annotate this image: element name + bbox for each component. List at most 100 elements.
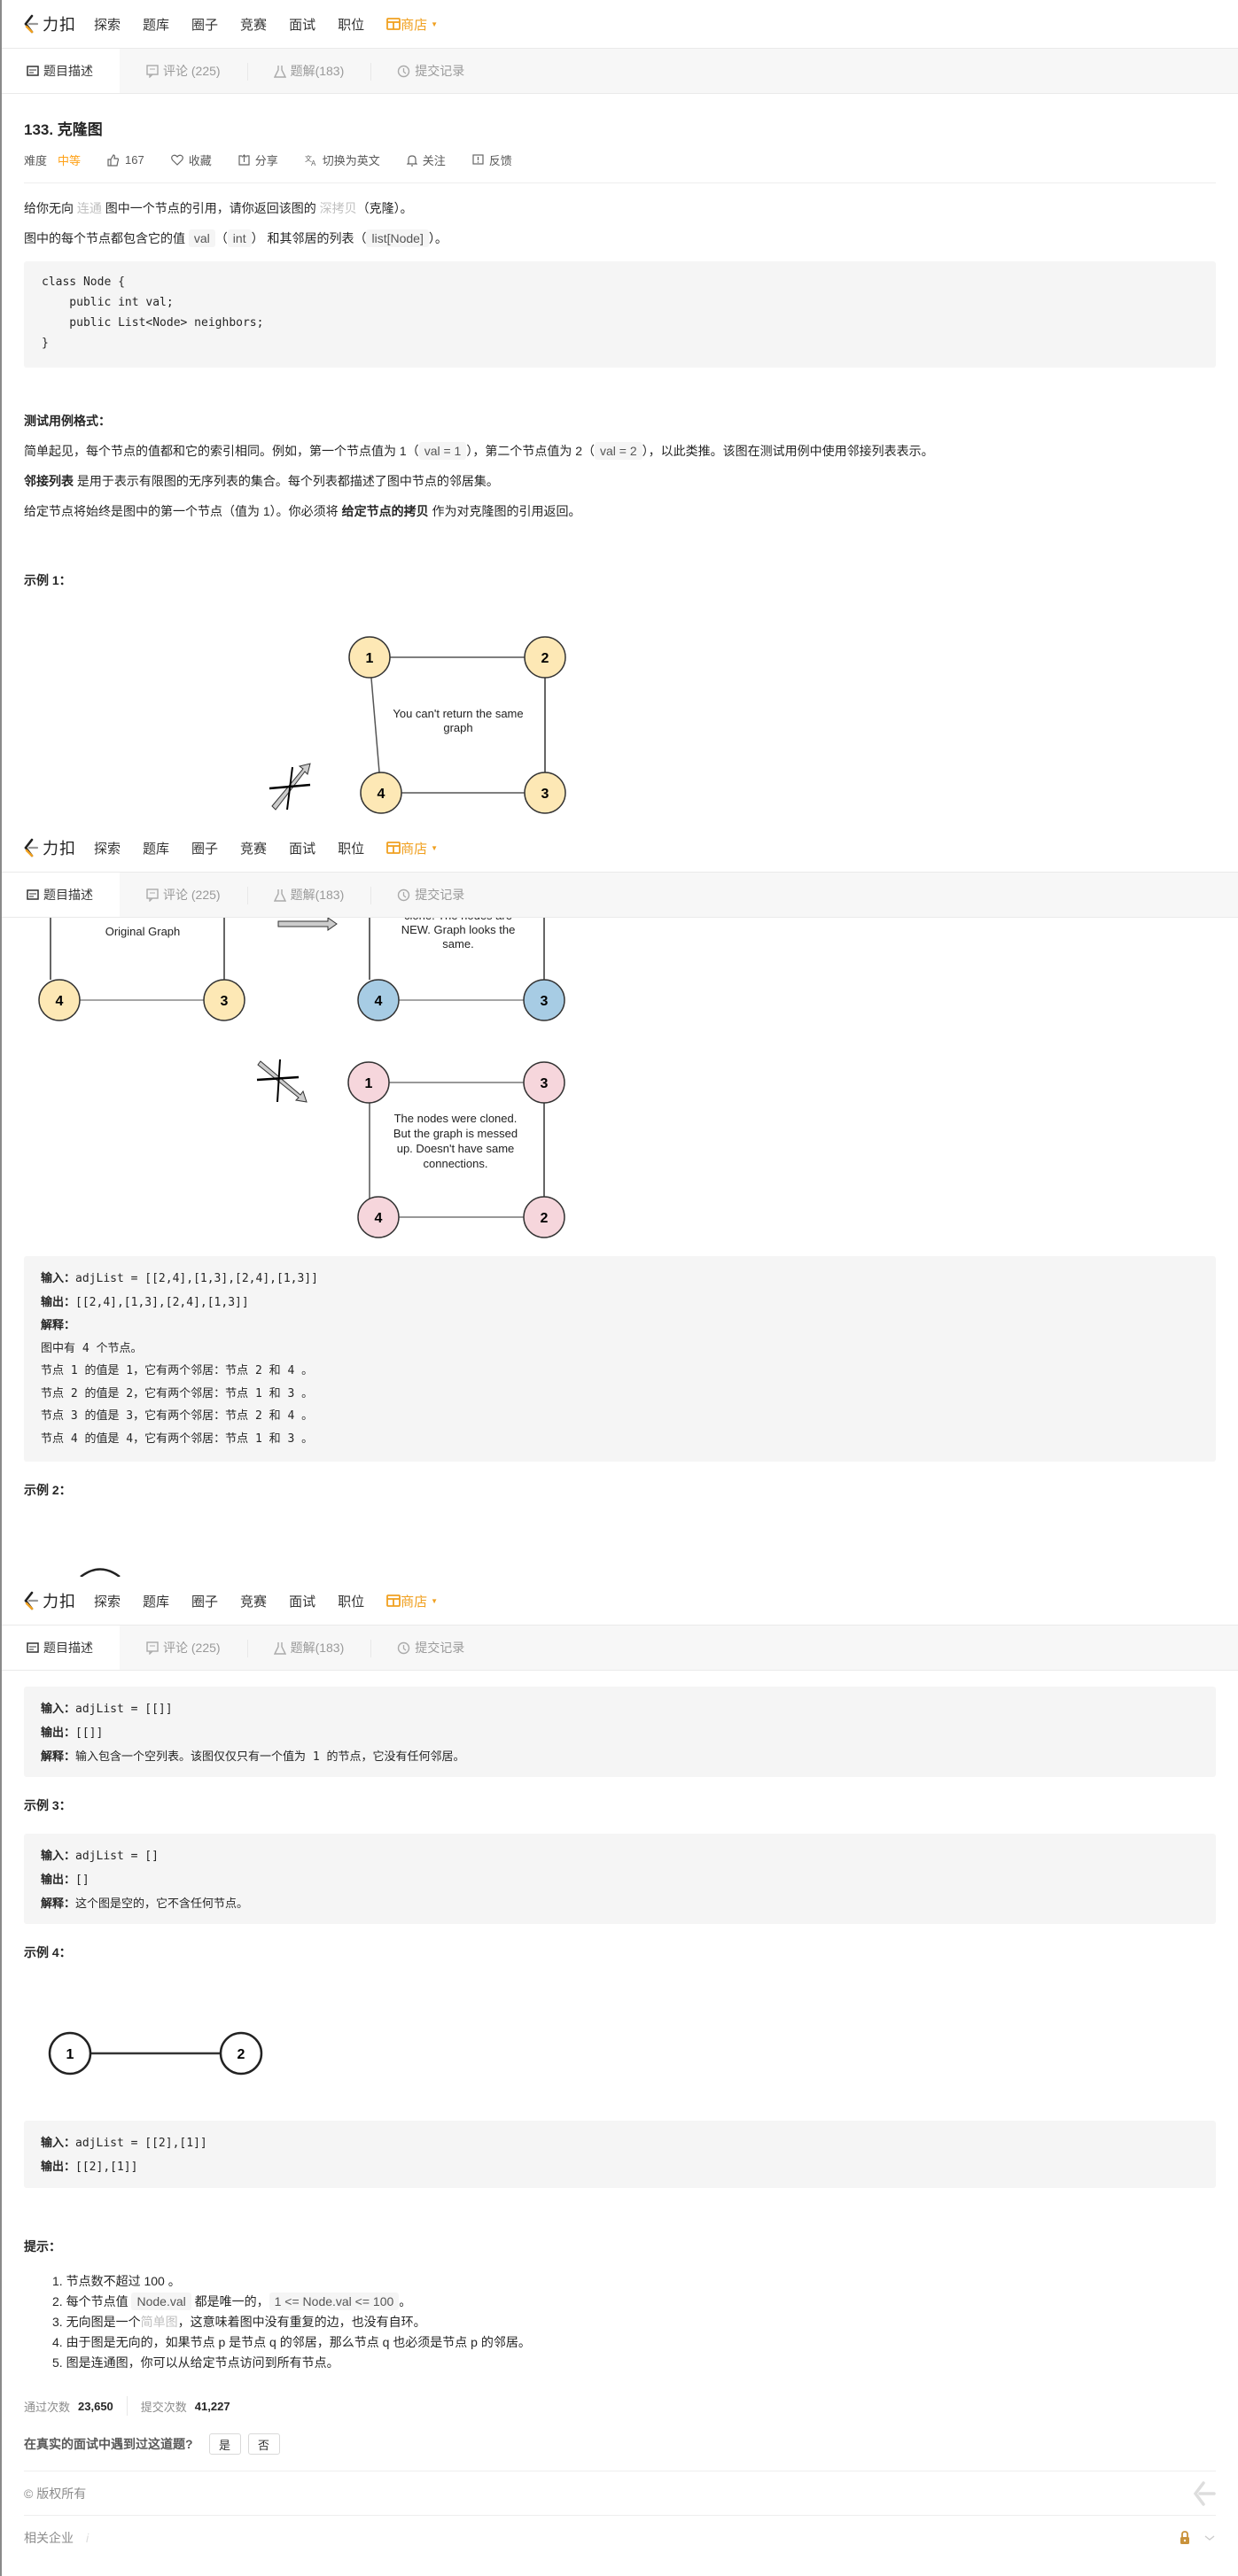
tab-submissions[interactable]: 提交记录 <box>370 1626 491 1670</box>
clock-icon <box>397 1641 410 1655</box>
text: 相关企业 <box>24 2531 74 2545</box>
output-label: 输出： <box>41 2160 76 2173</box>
no-button[interactable]: 否 <box>247 2433 280 2455</box>
bold-text: 给定节点的拷贝 <box>341 504 429 518</box>
favorite-button[interactable]: 收藏 <box>170 151 212 168</box>
copyright-text: © 版权所有 <box>24 2486 87 2501</box>
tab-solutions[interactable]: 题解(183) <box>246 873 371 917</box>
nav-jobs[interactable]: 职位 <box>338 1592 364 1610</box>
tab-description[interactable]: 题目描述 <box>2 49 120 93</box>
graph-node: 3 <box>523 979 565 1021</box>
leetcode-logo-icon <box>24 838 39 857</box>
input-label: 输入： <box>41 1849 76 1862</box>
tab-bar: 题目描述 评论 (225) 题解(183) 提交记录 <box>2 1625 1238 1671</box>
nav-jobs[interactable]: 职位 <box>338 839 364 857</box>
flask-icon <box>273 65 286 78</box>
tab-submissions[interactable]: 提交记录 <box>370 873 491 917</box>
explain-line: 节点 1 的值是 1，它有两个邻居：节点 2 和 4 。 <box>41 1364 314 1377</box>
nav-circle[interactable]: 圈子 <box>191 15 218 34</box>
bold-text: 邻接列表 <box>24 474 74 488</box>
deep-copy-link[interactable]: 深拷贝 <box>320 201 357 215</box>
nav-problemset[interactable]: 题库 <box>143 1592 169 1610</box>
tab-comments[interactable]: 评论 (225) <box>120 1626 247 1670</box>
nav-store[interactable]: 商店 ▼ <box>386 1592 438 1610</box>
figure-note: You can't return the same graph <box>393 707 524 734</box>
feedback-button[interactable]: 反馈 <box>472 151 512 168</box>
text: ），以此类推。该图在测试用例中使用邻接列表表示。 <box>642 444 934 458</box>
nav-interview[interactable]: 面试 <box>289 1592 315 1610</box>
nav-contest[interactable]: 竞赛 <box>240 839 267 857</box>
tab-submissions[interactable]: 提交记录 <box>370 49 491 93</box>
input-value: adjList = [[2],[1]] <box>75 2137 207 2150</box>
tab-solutions[interactable]: 题解(183) <box>246 49 371 93</box>
nav-contest[interactable]: 竞赛 <box>240 1592 267 1610</box>
nav-interview[interactable]: 面试 <box>289 15 315 34</box>
screen-segment-2: 力扣 探索 题库 圈子 竞赛 面试 职位 商店 ▼ 题目描述 评论 (225) … <box>2 824 1238 1577</box>
tab-solutions[interactable]: 题解(183) <box>246 1626 371 1670</box>
inline-code: 1 <= Node.val <= 100 <box>269 2293 400 2310</box>
tab-comments[interactable]: 评论 (225) <box>120 49 247 93</box>
nav-circle[interactable]: 圈子 <box>191 839 218 857</box>
format-title: 测试用例格式： <box>24 414 111 428</box>
node-label: 3 <box>541 1076 549 1091</box>
chevron-down-icon[interactable] <box>1203 2533 1216 2542</box>
logo-text: 力扣 <box>43 1593 76 1610</box>
nav-explore[interactable]: 探索 <box>94 1592 121 1610</box>
tab-label: 题目描述 <box>43 64 93 78</box>
tab-bar: 题目描述 评论 (225) 题解(183) 提交记录 <box>2 48 1238 94</box>
nav-explore[interactable]: 探索 <box>94 839 121 857</box>
graph-node: 1 <box>347 1061 390 1104</box>
node-class-code: class Node { public int val; public List… <box>24 261 1216 368</box>
connected-link[interactable]: 连通 <box>77 201 102 215</box>
nav-store[interactable]: 商店 ▼ <box>386 839 438 857</box>
nav-contest[interactable]: 竞赛 <box>240 15 267 34</box>
tab-description[interactable]: 题目描述 <box>2 1626 120 1670</box>
nav-jobs[interactable]: 职位 <box>338 15 364 34</box>
yes-button[interactable]: 是 <box>208 2433 241 2455</box>
logo[interactable]: 力扣 <box>23 12 76 35</box>
text: 2. 每个节点值 <box>52 2294 132 2308</box>
explain-line: 节点 3 的值是 3，它有两个邻居：节点 2 和 4 。 <box>41 1409 314 1423</box>
nav-problemset[interactable]: 题库 <box>143 839 169 857</box>
explain-label: 解释： <box>41 1318 76 1331</box>
tips-list: 1. 节点数不超过 100 。 2. 每个节点值 Node.val 都是唯一的，… <box>24 2271 1216 2373</box>
node-label: 1 <box>66 2047 74 2062</box>
nav-explore[interactable]: 探索 <box>94 15 121 34</box>
chevron-down-icon: ▼ <box>431 1596 439 1605</box>
description-icon <box>27 66 39 76</box>
nav-circle[interactable]: 圈子 <box>191 1592 218 1610</box>
nav-problemset[interactable]: 题库 <box>143 15 169 34</box>
difficulty: 难度 中等 <box>24 151 81 168</box>
feedback-label: 反馈 <box>488 154 512 167</box>
comment-icon <box>146 888 159 902</box>
nav-store[interactable]: 商店 ▼ <box>386 15 438 34</box>
example-4-io: 输入：adjList = [[2],[1]] 输出：[[2],[1]] <box>24 2121 1216 2188</box>
nav-interview[interactable]: 面试 <box>289 839 315 857</box>
translate-button[interactable]: 文 A 切换为英文 <box>305 151 380 168</box>
io-input: 输入：adjList = [] <box>41 1844 1199 1868</box>
logo[interactable]: 力扣 <box>23 1589 76 1612</box>
example-1-figure-top: 1 2 3 4 You can't return the same graph <box>269 636 566 814</box>
share-label: 分享 <box>254 154 278 167</box>
node-label: 1 <box>366 651 374 666</box>
share-icon <box>238 154 250 166</box>
like-button[interactable]: 167 <box>107 153 144 167</box>
logo[interactable]: 力扣 <box>23 836 76 859</box>
follow-button[interactable]: 关注 <box>406 151 446 168</box>
output-value: [[2],[1]] <box>75 2161 138 2174</box>
accepted-count: 23,650 <box>78 2399 113 2413</box>
node-label: 2 <box>237 2047 245 2062</box>
companies-row[interactable]: 相关企业 i <box>24 2516 1216 2560</box>
description-p1: 给你无向 连通 图中一个节点的引用，请你返回该图的 深拷贝（克隆）。 <box>24 199 1216 217</box>
tab-description[interactable]: 题目描述 <box>2 873 120 917</box>
io-output: 输出：[[2],[1]] <box>41 2155 1199 2179</box>
tab-comments[interactable]: 评论 (225) <box>120 873 247 917</box>
share-button[interactable]: 分享 <box>238 151 278 168</box>
text: ），第二个节点值为 2（ <box>466 444 596 458</box>
tips-title: 提示： <box>24 2239 61 2254</box>
text: 图中的每个节点都包含它的值 <box>24 231 189 245</box>
inline-code: val <box>188 229 215 247</box>
simple-graph-link[interactable]: 简单图 <box>141 2315 178 2329</box>
tab-label: 提交记录 <box>415 888 465 902</box>
text: （克隆）。 <box>356 201 413 215</box>
